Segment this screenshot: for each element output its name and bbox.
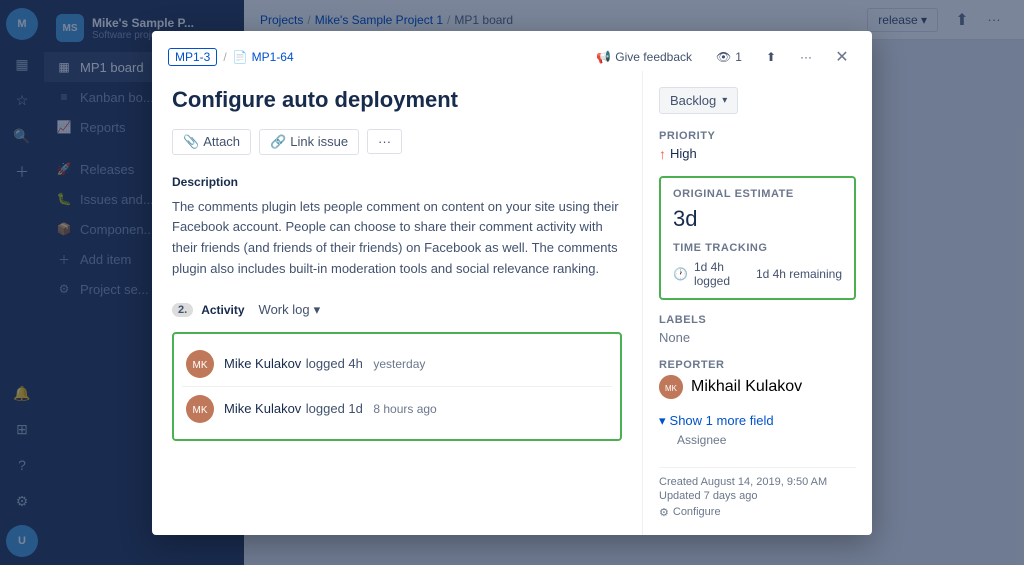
worklog-selector[interactable]: Work log ▾ — [253, 300, 327, 320]
share-button-modal[interactable]: ⬆ — [758, 46, 784, 68]
reporter-label: Reporter — [659, 359, 856, 371]
activity-text-2: Mike Kulakov logged 1d 8 hours ago — [224, 400, 437, 418]
reporter-row: MK Mikhail Kulakov — [659, 375, 856, 399]
link-icon: 🔗 — [270, 134, 286, 150]
estimate-value: 3d — [673, 206, 842, 232]
activity-label: Activity — [201, 303, 244, 317]
modal-header: MP1-3 / 📄 MP1-64 📢 Give feedback 👁 1 — [152, 31, 872, 71]
share-icon: ⬆ — [766, 50, 776, 64]
priority-label: Priority — [659, 130, 856, 142]
tracking-label: Time tracking — [673, 242, 842, 254]
reporter-avatar: MK — [659, 375, 683, 399]
priority-field: Priority ↑ High — [659, 130, 856, 162]
description-text: The comments plugin lets people comment … — [172, 197, 622, 280]
created-text: Created August 14, 2019, 9:50 AM — [659, 476, 856, 488]
modal-parent-tag[interactable]: MP1-3 — [168, 48, 217, 66]
modal-left-panel: Configure auto deployment 📎 Attach 🔗 Lin… — [152, 71, 642, 535]
modal-footer: Created August 14, 2019, 9:50 AM Updated… — [659, 467, 856, 519]
activity-time-2: 8 hours ago — [373, 402, 436, 416]
updated-text: Updated 7 days ago — [659, 490, 856, 502]
clock-icon: 🕐 — [673, 267, 688, 281]
toolbar-more-button[interactable]: ··· — [367, 129, 402, 154]
activity-item-1: MK Mike Kulakov logged 4h yesterday — [182, 342, 612, 386]
more-options-button[interactable]: ··· — [792, 46, 820, 68]
gear-icon: ⚙ — [659, 506, 669, 519]
priority-arrow-icon: ↑ — [659, 146, 666, 162]
priority-value: ↑ High — [659, 146, 856, 162]
activity-avatar-2: MK — [186, 395, 214, 423]
modal-actions: 📢 Give feedback 👁 1 ⬆ ··· ✕ — [588, 43, 856, 71]
estimate-label: Original Estimate — [673, 188, 842, 200]
time-logged: 1d 4h logged — [694, 260, 736, 288]
activity-time-1: yesterday — [373, 357, 425, 371]
status-button[interactable]: Backlog ▾ — [659, 87, 738, 114]
modal-breadcrumb: MP1-3 / 📄 MP1-64 — [168, 48, 294, 66]
activity-number: 2. — [172, 303, 193, 317]
labels-value: None — [659, 330, 856, 345]
modal-overlay[interactable]: MP1-3 / 📄 MP1-64 📢 Give feedback 👁 1 — [0, 0, 1024, 565]
description-title: Description — [172, 175, 622, 189]
status-chevron-icon: ▾ — [722, 95, 727, 106]
modal-title: Configure auto deployment — [172, 87, 622, 113]
time-remaining: 1d 4h remaining — [756, 267, 842, 281]
modal-issue-id[interactable]: 📄 MP1-64 — [233, 50, 294, 64]
modal-toolbar: 📎 Attach 🔗 Link issue ··· — [172, 129, 622, 155]
feedback-button[interactable]: 📢 Give feedback — [588, 46, 700, 68]
svg-text:MK: MK — [665, 384, 678, 393]
configure-link[interactable]: ⚙ Configure — [659, 506, 856, 519]
activity-list: MK Mike Kulakov logged 4h yesterday MK — [172, 332, 622, 441]
assignee-sublabel: Assignee — [677, 433, 856, 447]
activity-avatar-1: MK — [186, 350, 214, 378]
modal-body: Configure auto deployment 📎 Attach 🔗 Lin… — [152, 71, 872, 535]
modal-close-button[interactable]: ✕ — [828, 43, 856, 71]
views-button[interactable]: 👁 1 — [708, 46, 750, 68]
labels-field: Labels None — [659, 314, 856, 345]
show-more-button[interactable]: ▾ Show 1 more field — [659, 413, 856, 429]
svg-text:MK: MK — [193, 360, 208, 371]
link-issue-button[interactable]: 🔗 Link issue — [259, 129, 359, 155]
reporter-field: Reporter MK Mikhail Kulakov — [659, 359, 856, 399]
attach-button[interactable]: 📎 Attach — [172, 129, 251, 155]
modal-right-panel: Backlog ▾ Priority ↑ High Original Estim… — [642, 71, 872, 535]
estimate-box: Original Estimate 3d Time tracking 🕐 1d … — [659, 176, 856, 300]
attach-icon: 📎 — [183, 134, 199, 150]
eye-icon: 👁 — [716, 50, 731, 64]
issue-modal: MP1-3 / 📄 MP1-64 📢 Give feedback 👁 1 — [152, 31, 872, 535]
feedback-icon: 📢 — [596, 50, 611, 64]
activity-header: 2. Activity Work log ▾ — [172, 300, 622, 320]
tracking-row: 🕐 1d 4h logged 1d 4h remaining — [673, 260, 842, 288]
activity-text-1: Mike Kulakov logged 4h yesterday — [224, 355, 425, 373]
svg-text:MK: MK — [193, 405, 208, 416]
activity-item-2: MK Mike Kulakov logged 1d 8 hours ago — [182, 386, 612, 431]
chevron-down-icon: ▾ — [314, 302, 321, 318]
labels-label: Labels — [659, 314, 856, 326]
issue-type-icon: 📄 — [233, 50, 248, 64]
chevron-right-icon: ▾ — [659, 413, 666, 429]
reporter-name: Mikhail Kulakov — [691, 378, 802, 396]
